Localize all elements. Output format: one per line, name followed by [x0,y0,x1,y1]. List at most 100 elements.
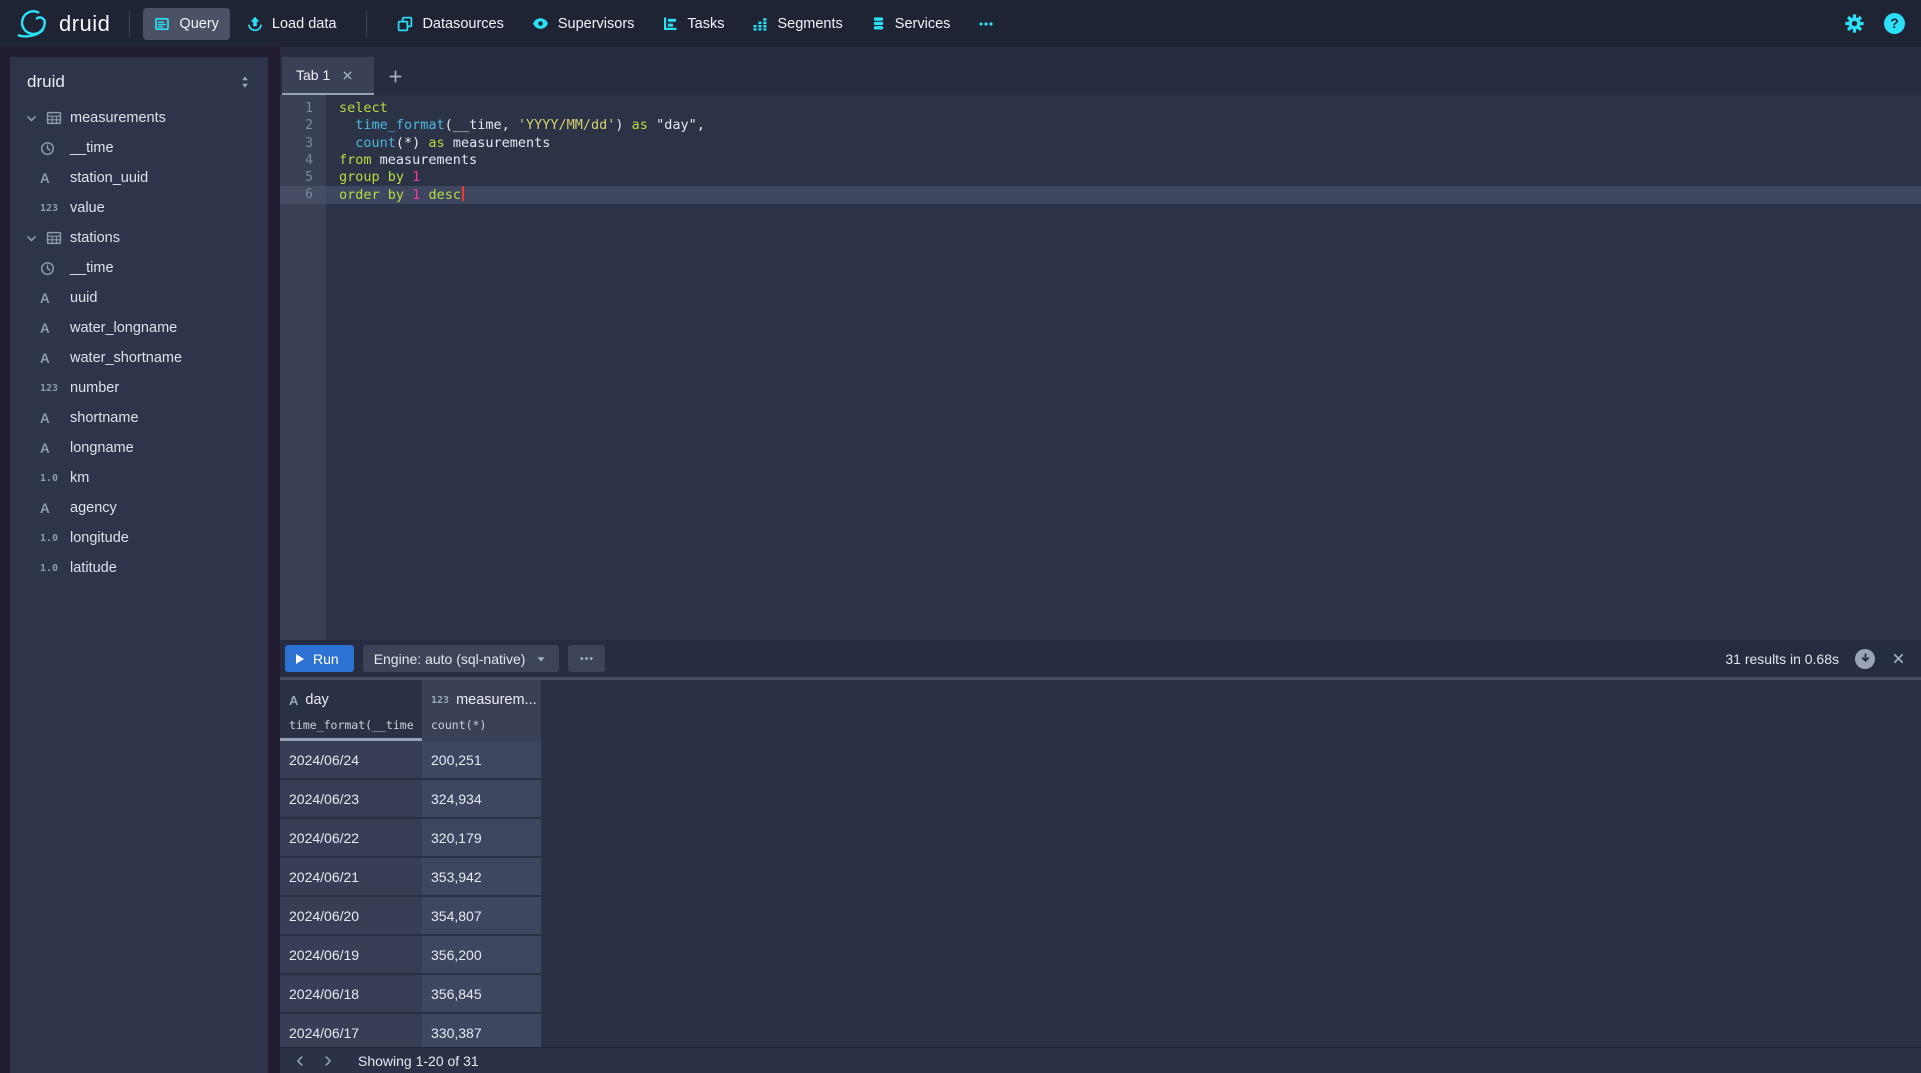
nav-item-tasks[interactable]: Tasks [651,8,735,40]
results-body: 2024/06/24200,2512024/06/23324,9342024/0… [280,741,1921,1048]
table-cell[interactable]: 324,934 [422,780,541,819]
help-icon[interactable]: ? [1884,13,1905,34]
clock-icon [40,261,68,276]
nav-item-load-data[interactable]: Load data [236,8,348,40]
line-number: 2 [280,117,326,134]
table-icon [40,230,68,246]
table-cell[interactable]: 2024/06/21 [280,858,422,897]
double-caret-vertical-icon[interactable] [238,75,252,89]
code-line: group by 1 [326,169,1921,186]
line-number: 6 [280,186,326,203]
column-name: number [68,380,119,396]
close-results-icon[interactable] [1891,651,1906,666]
column-name: water_shortname [68,350,182,366]
nav-item-label: Query [179,16,219,32]
more-icon [978,16,994,32]
engine-select-button[interactable]: Engine: auto (sql-native) [363,645,560,672]
table-cell[interactable]: 2024/06/17 [280,1014,422,1048]
table-cell[interactable]: 354,807 [422,897,541,936]
table-cell[interactable]: 2024/06/20 [280,897,422,936]
string-type-icon: A [40,351,68,366]
column-name: longitude [68,530,129,546]
tree-column-time[interactable]: __time [10,133,268,163]
nav-divider [366,11,367,37]
tree-column-water-longname[interactable]: Awater_longname [10,313,268,343]
chevron-down-icon[interactable] [10,232,40,245]
tab-close-icon[interactable] [341,69,354,82]
tab-1[interactable]: Tab 1 [282,57,374,95]
tree-table-stations[interactable]: stations [10,223,268,253]
prev-page-icon[interactable] [286,1048,314,1073]
next-page-icon[interactable] [314,1048,342,1073]
supervisors-icon [532,15,549,32]
table-cell[interactable]: 330,387 [422,1014,541,1048]
table-icon [40,110,68,126]
column-expression: time_format(__time, … [289,718,414,732]
string-type-icon: A [40,291,68,306]
nav-item-label: Services [895,16,951,32]
chevron-down-icon[interactable] [10,112,40,125]
nav-item-query[interactable]: Query [143,8,230,40]
query-more-button[interactable] [568,645,605,672]
nav-item-label: Tasks [687,16,724,32]
text-cursor [462,186,464,201]
column-type-icon: A [289,693,298,708]
table-cell[interactable]: 2024/06/22 [280,819,422,858]
tree-column-longname[interactable]: Alongname [10,433,268,463]
int-type-icon: 123 [40,383,68,394]
table-cell[interactable]: 2024/06/18 [280,975,422,1014]
nav-item-services[interactable]: Services [860,8,962,40]
column-header-measurem[interactable]: 123measurem... count(*) [422,680,541,741]
table-cell[interactable]: 2024/06/23 [280,780,422,819]
table-cell[interactable]: 356,200 [422,936,541,975]
datasources-icon [397,16,413,32]
tree-table-measurements[interactable]: measurements [10,103,268,133]
column-name: water_longname [68,320,177,336]
tree-column-value[interactable]: 123value [10,193,268,223]
tree-column-uuid[interactable]: Auuid [10,283,268,313]
code-line: select [326,100,1921,117]
download-icon[interactable] [1855,649,1875,669]
nav-item-label: Segments [777,16,842,32]
column-name: agency [68,500,117,516]
add-tab-icon[interactable] [374,57,417,95]
nav-more-menu[interactable] [967,8,1005,40]
table-row: 2024/06/22320,179 [280,819,1921,858]
tree-column-station-uuid[interactable]: Astation_uuid [10,163,268,193]
tree-column-number[interactable]: 123number [10,373,268,403]
run-label: Run [313,651,339,667]
table-cell[interactable]: 2024/06/24 [280,741,422,780]
tree-column-agency[interactable]: Aagency [10,493,268,523]
results-header: Aday time_format(__time, … 123measurem..… [280,680,1921,741]
table-cell[interactable]: 320,179 [422,819,541,858]
schema-selector[interactable]: druid [10,57,268,103]
nav-item-segments[interactable]: Segments [741,8,853,40]
nav-item-supervisors[interactable]: Supervisors [521,8,646,40]
tree-column-water-shortname[interactable]: Awater_shortname [10,343,268,373]
query-workbench: Tab 1 123456 select time_format(__time, … [280,47,1921,1073]
column-header-day[interactable]: Aday time_format(__time, … [280,680,422,741]
tree-column-longitude[interactable]: 1.0longitude [10,523,268,553]
table-cell[interactable]: 356,845 [422,975,541,1014]
table-cell[interactable]: 2024/06/19 [280,936,422,975]
column-name: __time [68,260,114,276]
table-row: 2024/06/19356,200 [280,936,1921,975]
tree-column-shortname[interactable]: Ashortname [10,403,268,433]
run-button[interactable]: Run [285,645,354,672]
settings-gear-icon[interactable] [1845,14,1864,33]
nav-item-datasources[interactable]: Datasources [386,8,514,40]
tree-column-time[interactable]: __time [10,253,268,283]
sql-editor[interactable]: 123456 select time_format(__time, 'YYYY/… [280,95,1921,640]
table-cell[interactable]: 200,251 [422,741,541,780]
editor-gutter: 123456 [280,95,326,640]
column-name: latitude [68,560,117,576]
tree-column-km[interactable]: 1.0km [10,463,268,493]
druid-brand[interactable]: druid [16,8,110,39]
table-cell[interactable]: 353,942 [422,858,541,897]
nav-item-label: Supervisors [558,16,635,32]
string-type-icon: A [40,411,68,426]
tree-column-latitude[interactable]: 1.0latitude [10,553,268,583]
nav-items: Query Load data Datasources Supervisors Task… [143,8,1005,40]
editor-code: select time_format(__time, 'YYYY/MM/dd')… [326,95,1921,640]
column-name: km [68,470,89,486]
